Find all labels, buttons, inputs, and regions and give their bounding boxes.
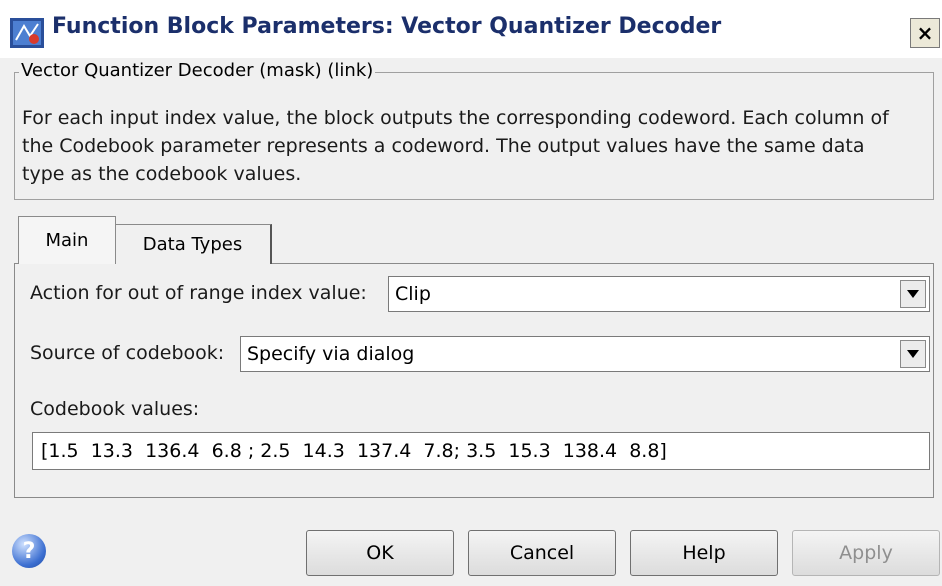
- description-line: the Codebook parameter represents a code…: [22, 135, 865, 157]
- ok-button[interactable]: OK: [306, 530, 454, 576]
- action-dropdown[interactable]: Clip: [388, 276, 930, 312]
- close-icon: ×: [916, 21, 934, 45]
- tab-main[interactable]: Main: [18, 216, 116, 264]
- description-line: For each input index value, the block ou…: [22, 107, 889, 129]
- source-label: Source of codebook:: [30, 342, 225, 364]
- help-icon[interactable]: ?: [12, 534, 46, 568]
- tab-data-types[interactable]: Data Types: [114, 224, 272, 264]
- apply-button[interactable]: Apply: [792, 530, 940, 576]
- codebook-values-input[interactable]: [1.5 13.3 136.4 6.8 ; 2.5 14.3 137.4 7.8…: [32, 432, 930, 470]
- description-text: For each input index value, the block ou…: [22, 104, 932, 188]
- source-dropdown-value: Specify via dialog: [247, 343, 415, 365]
- help-icon-glyph: ?: [22, 538, 36, 564]
- window-title: Function Block Parameters: Vector Quanti…: [52, 14, 722, 39]
- close-button[interactable]: ×: [910, 18, 940, 48]
- help-button[interactable]: Help: [630, 530, 778, 576]
- description-line: type as the codebook values.: [22, 163, 302, 185]
- chevron-down-icon[interactable]: [900, 340, 926, 368]
- cancel-button[interactable]: Cancel: [468, 530, 616, 576]
- action-label: Action for out of range index value:: [30, 282, 367, 304]
- dialog-window: Function Block Parameters: Vector Quanti…: [0, 0, 942, 586]
- codebook-label: Codebook values:: [30, 398, 200, 420]
- tab-main-label: Main: [45, 230, 89, 251]
- title-bar: Function Block Parameters: Vector Quanti…: [0, 0, 942, 58]
- action-dropdown-value: Clip: [395, 283, 431, 305]
- source-dropdown[interactable]: Specify via dialog: [240, 336, 930, 372]
- simulink-app-icon: [10, 18, 44, 48]
- description-group-label: Vector Quantizer Decoder (mask) (link): [19, 60, 376, 81]
- chevron-down-icon[interactable]: [900, 280, 926, 308]
- tab-data-types-label: Data Types: [142, 234, 243, 255]
